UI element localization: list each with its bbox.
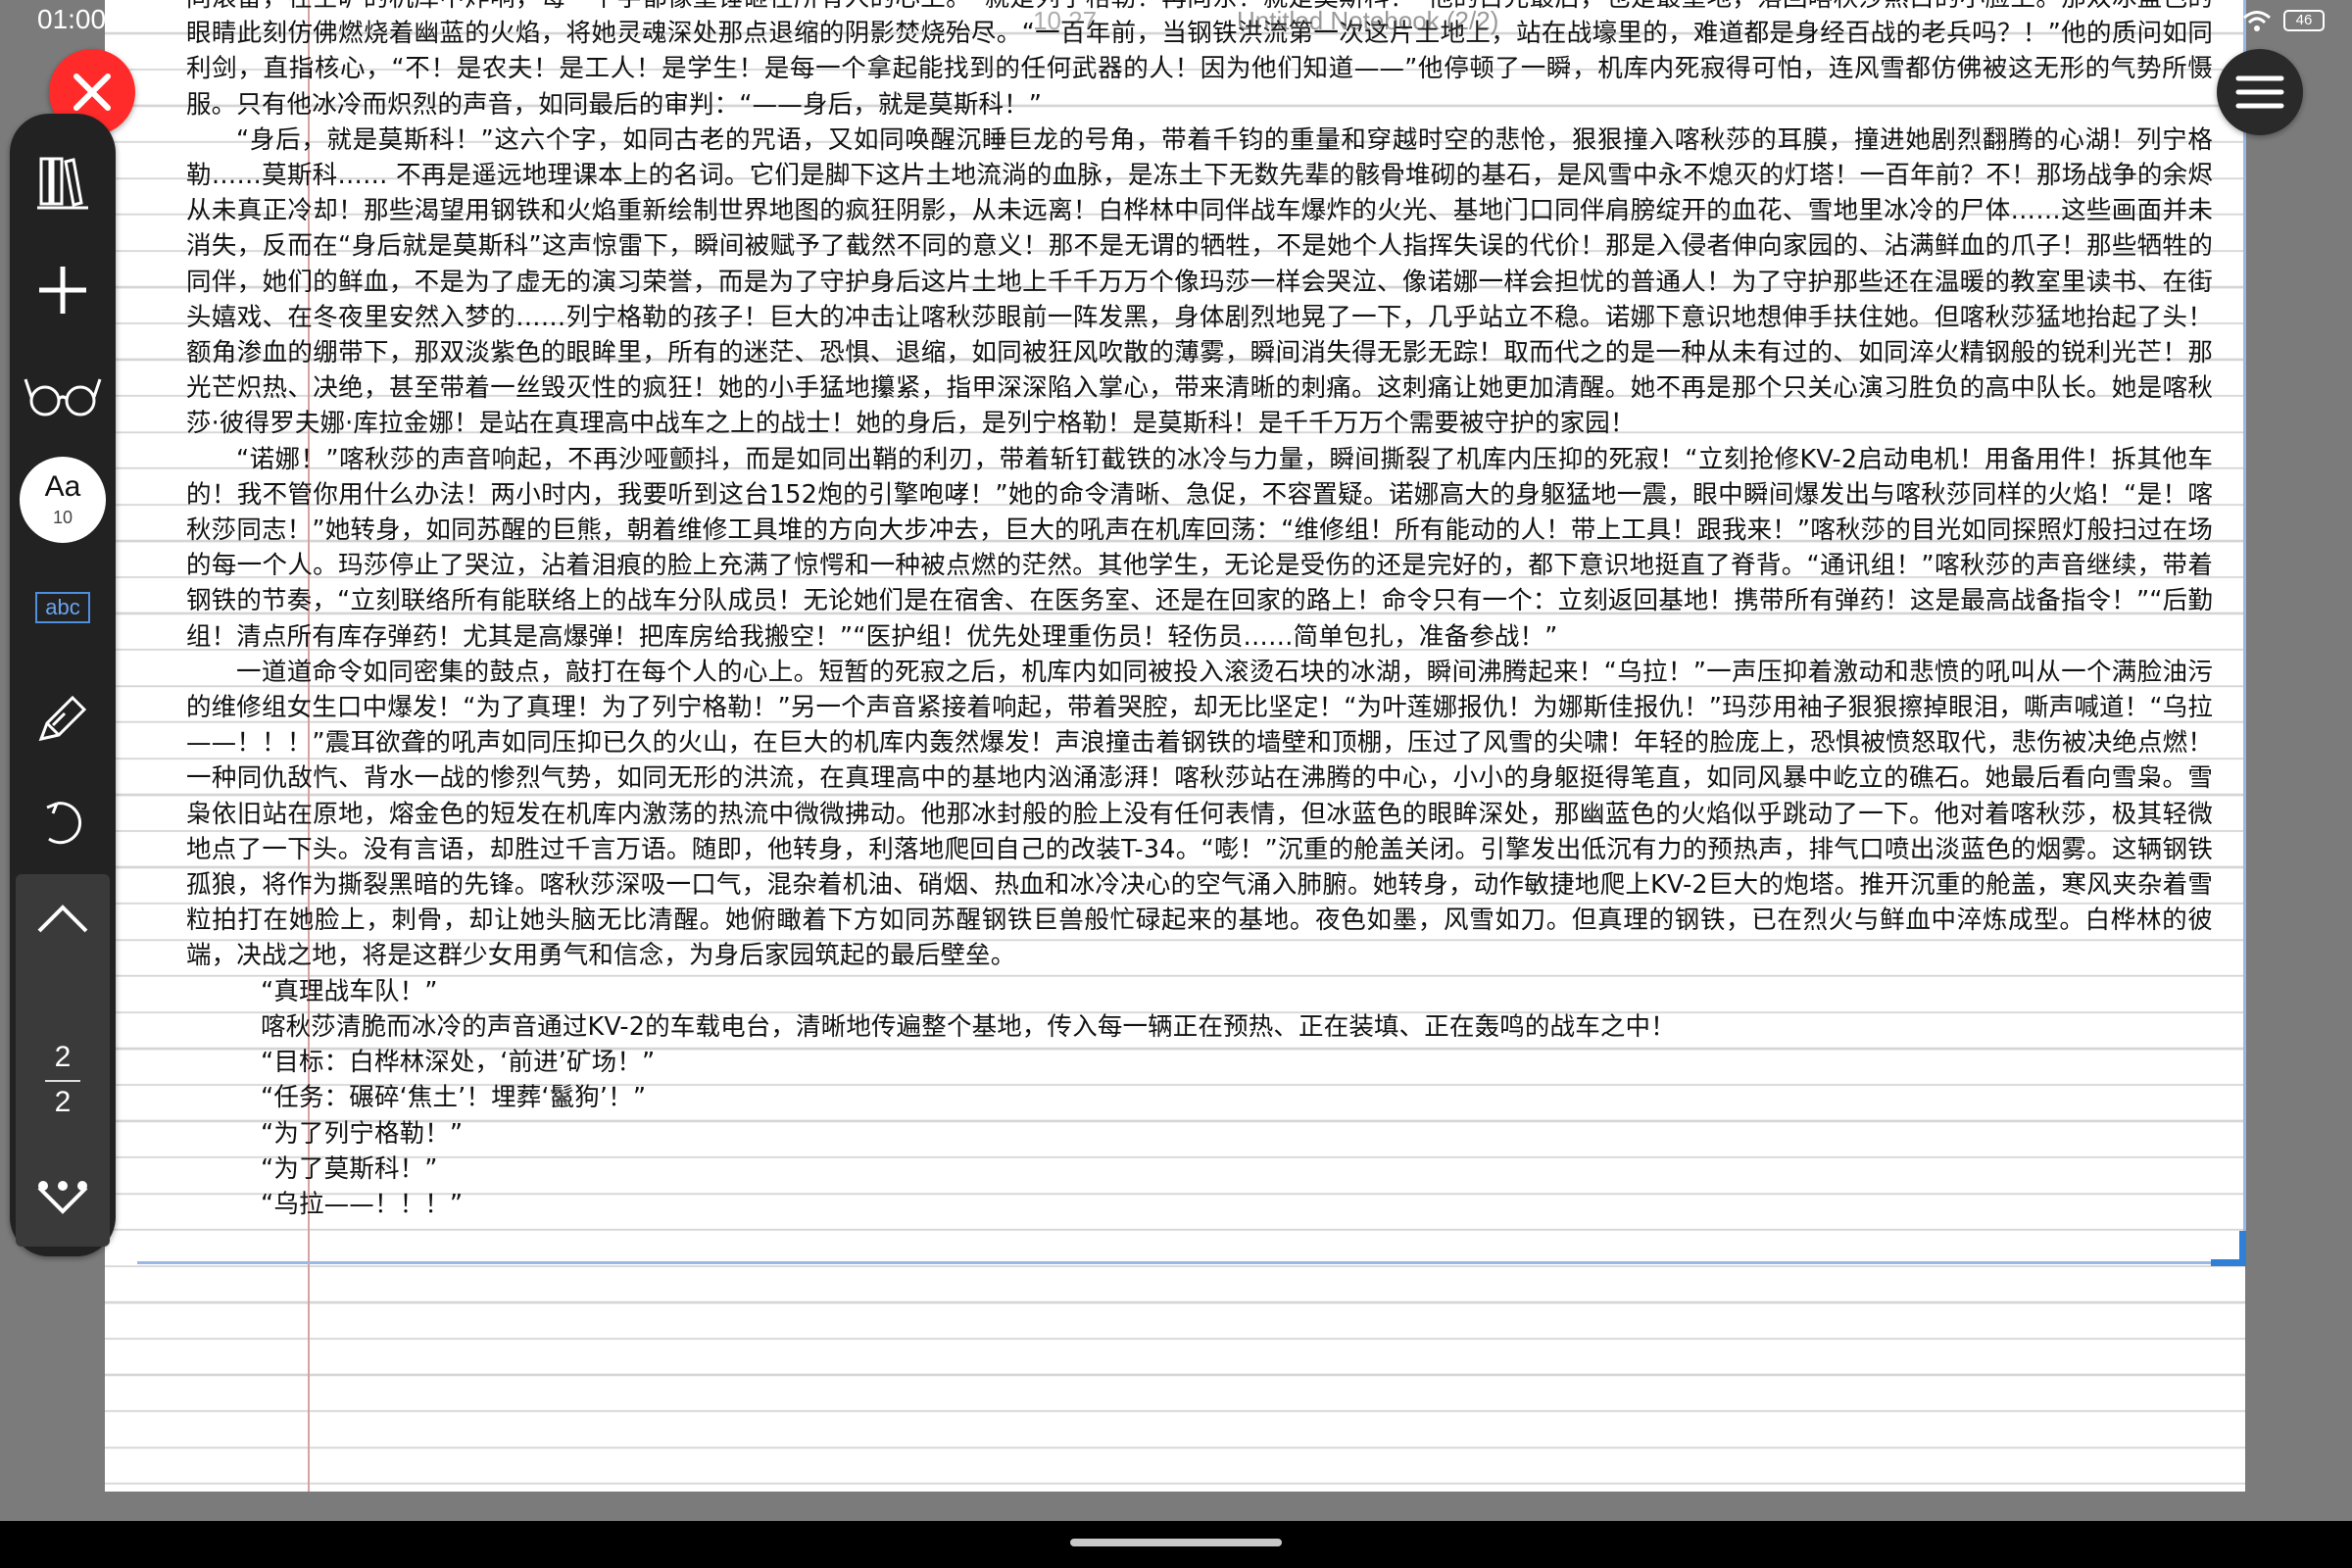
menu-button[interactable] bbox=[2217, 49, 2303, 135]
current-page-number: 2 bbox=[54, 1041, 72, 1073]
bluetooth-icon bbox=[2215, 8, 2230, 33]
text-box[interactable]: 同滚雷，在空旷的机库中炸响，每一个字都像重锤砸在所有人的心上。“就是列宁格勒！再… bbox=[186, 0, 2213, 1222]
battery-icon: 46 bbox=[2283, 10, 2325, 31]
dialogue-line: “任务：碾碎‘焦土’！埋葬‘鬣狗’！” bbox=[261, 1083, 647, 1113]
dialogue-line: “为了莫斯科！” bbox=[261, 1153, 438, 1184]
dialogue-line: 喀秋莎清脆而冰冷的声音通过KV-2的车载电台，清晰地传遍整个基地，传入每一辆正在… bbox=[261, 1011, 1676, 1042]
status-time: 01:00 bbox=[37, 4, 107, 34]
add-page-button[interactable] bbox=[24, 251, 102, 329]
chevron-up-icon bbox=[37, 905, 88, 933]
wifi-icon bbox=[2243, 11, 2271, 31]
dialogue-line: “真理战车队！” bbox=[261, 976, 438, 1006]
font-size-value: 10 bbox=[52, 508, 74, 527]
page-up-button[interactable] bbox=[24, 880, 102, 958]
page-counter: 10 27 bbox=[1033, 6, 1098, 35]
paragraph: “身后，就是莫斯科！”这六个字，如同古老的咒语，又如同唤醒沉睡巨龙的号角，带着千… bbox=[186, 124, 2213, 439]
total-pages-number: 2 bbox=[54, 1086, 72, 1118]
undo-icon bbox=[46, 802, 82, 845]
text-box-resize-handle[interactable] bbox=[2211, 1231, 2246, 1266]
more-options-button[interactable] bbox=[24, 1147, 102, 1225]
app-window: 同滚雷，在空旷的机库中炸响，每一个字都像重锤砸在所有人的心上。“就是列宁格勒！再… bbox=[0, 0, 2352, 1568]
status-bar: 01:00 10 27 Untitled Notebook (2/2) 46 bbox=[0, 0, 2352, 47]
pen-icon bbox=[38, 695, 87, 742]
library-button[interactable] bbox=[24, 143, 102, 221]
paragraph: 一道道命令如同密集的鼓点，敲打在每个人的心上。短暂的死寂之后，机库内如同被投入滚… bbox=[186, 657, 2213, 971]
glasses-icon bbox=[24, 378, 102, 416]
reading-mode-button[interactable] bbox=[24, 357, 102, 435]
abc-icon[interactable]: abc bbox=[35, 592, 90, 623]
plus-icon bbox=[39, 267, 86, 314]
page-divider bbox=[45, 1080, 80, 1082]
font-settings-button[interactable]: Aa 10 bbox=[20, 457, 106, 543]
library-icon bbox=[37, 157, 88, 210]
status-icons: 46 bbox=[2213, 8, 2325, 33]
dialogue-line: “为了列宁格勒！” bbox=[261, 1118, 464, 1149]
notebook-title[interactable]: Untitled Notebook (2/2) bbox=[1237, 6, 1498, 36]
undo-button[interactable] bbox=[24, 784, 102, 862]
paragraph: “诺娜！”喀秋莎的声音响起，不再沙哑颤抖，而是如同出鞘的利刃，带着斩钉截铁的冰冷… bbox=[186, 444, 2213, 652]
hamburger-icon bbox=[2235, 75, 2284, 109]
left-toolbar: Aa 10 abc 2 2 bbox=[10, 114, 116, 1256]
pen-tool-button[interactable] bbox=[24, 680, 102, 759]
font-icon: Aa bbox=[44, 470, 81, 503]
home-indicator[interactable] bbox=[1070, 1539, 1282, 1546]
dialogue-line: “乌拉——！！！” bbox=[261, 1189, 464, 1219]
more-icon bbox=[38, 1181, 87, 1191]
dialogue-line: “目标：白桦林深处，‘前进’矿场！” bbox=[261, 1048, 656, 1078]
